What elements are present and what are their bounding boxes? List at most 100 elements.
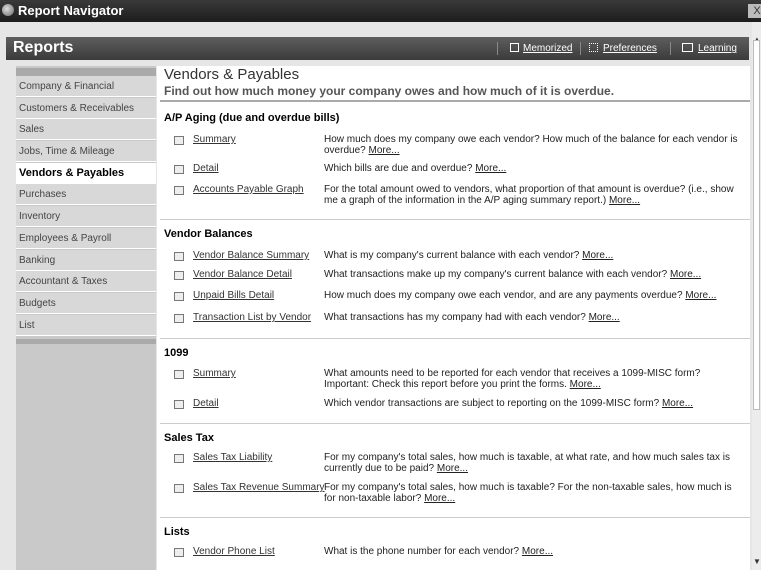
learning-link[interactable]: Learning: [698, 43, 737, 54]
report-link[interactable]: Vendor Balance Summary: [193, 250, 309, 261]
report-icon[interactable]: [174, 548, 184, 557]
section-title: Vendor Balances: [164, 228, 253, 240]
sidebar-item[interactable]: Company & Financial: [16, 76, 156, 97]
report-description: For the total amount owed to vendors, wh…: [324, 184, 744, 206]
report-link[interactable]: Sales Tax Liability: [193, 452, 272, 463]
scroll-down-icon[interactable]: ▼: [753, 557, 761, 566]
report-description-text: Which bills are due and overdue?: [324, 163, 473, 174]
sidebar-top-bar: [16, 68, 156, 76]
report-link[interactable]: Detail: [193, 398, 219, 409]
report-description-text: For my company's total sales, how much i…: [324, 482, 732, 504]
report-link[interactable]: Detail: [193, 163, 219, 174]
book-icon: [682, 43, 693, 52]
sidebar-item[interactable]: Jobs, Time & Mileage: [16, 141, 156, 162]
sidebar-item[interactable]: Sales: [16, 119, 156, 140]
sidebar-bottom-bar: [16, 339, 156, 344]
report-description-text: For the total amount owed to vendors, wh…: [324, 184, 734, 206]
more-link[interactable]: More...: [685, 290, 716, 301]
report-description-text: What is my company's current balance wit…: [324, 250, 580, 261]
report-icon[interactable]: [174, 186, 184, 195]
sidebar-item[interactable]: Vendors & Payables: [16, 163, 156, 184]
memorized-link[interactable]: Memorized: [523, 43, 572, 54]
report-link[interactable]: Sales Tax Revenue Summary: [193, 482, 325, 493]
memorized-icon: [510, 43, 519, 52]
report-link[interactable]: Vendor Phone List: [193, 546, 275, 557]
report-link[interactable]: Summary: [193, 368, 236, 379]
more-link[interactable]: More...: [368, 145, 399, 156]
header-title: Reports: [13, 39, 74, 56]
section-divider: [160, 219, 750, 220]
report-description-text: What amounts need to be reported for eac…: [324, 368, 701, 390]
report-icon[interactable]: [174, 314, 184, 323]
page-subtitle: Find out how much money your company owe…: [164, 84, 615, 98]
close-button[interactable]: X: [748, 4, 761, 18]
separator: [580, 42, 581, 55]
report-description: Which vendor transactions are subject to…: [324, 398, 744, 409]
sidebar-item[interactable]: Employees & Payroll: [16, 228, 156, 249]
report-description-text: What transactions has my company had wit…: [324, 312, 586, 323]
sidebar-item[interactable]: Purchases: [16, 184, 156, 205]
report-link[interactable]: Accounts Payable Graph: [193, 184, 304, 195]
report-description: For my company's total sales, how much i…: [324, 482, 744, 504]
report-description: What is the phone number for each vendor…: [324, 546, 744, 557]
report-description-text: For my company's total sales, how much i…: [324, 452, 730, 474]
more-link[interactable]: More...: [662, 398, 693, 409]
sidebar-item[interactable]: Inventory: [16, 206, 156, 227]
report-link[interactable]: Summary: [193, 134, 236, 145]
more-link[interactable]: More...: [522, 546, 553, 557]
report-description: What transactions has my company had wit…: [324, 312, 744, 323]
section-divider: [160, 517, 750, 518]
more-link[interactable]: More...: [570, 379, 601, 390]
report-description: What is my company's current balance wit…: [324, 250, 744, 261]
report-description: What transactions make up my company's c…: [324, 269, 744, 280]
preferences-link[interactable]: Preferences: [603, 43, 657, 54]
section-title: A/P Aging (due and overdue bills): [164, 112, 340, 124]
sidebar-item[interactable]: Accountant & Taxes: [16, 271, 156, 292]
page-title: Vendors & Payables: [164, 66, 300, 83]
sidebar-item[interactable]: Banking: [16, 250, 156, 271]
sidebar-item[interactable]: Budgets: [16, 293, 156, 314]
report-description: How much does my company owe each vendor…: [324, 134, 744, 156]
more-link[interactable]: More...: [424, 493, 455, 504]
section-title: Sales Tax: [164, 432, 214, 444]
section-divider: [160, 423, 750, 424]
app-icon: [2, 4, 14, 16]
report-link[interactable]: Transaction List by Vendor: [193, 312, 311, 323]
more-link[interactable]: More...: [437, 463, 468, 474]
report-icon[interactable]: [174, 165, 184, 174]
report-icon[interactable]: [174, 484, 184, 493]
report-icon[interactable]: [174, 136, 184, 145]
separator: [497, 42, 498, 55]
sidebar-item[interactable]: List: [16, 315, 156, 336]
more-link[interactable]: More...: [670, 269, 701, 280]
report-description: Which bills are due and overdue? More...: [324, 163, 744, 174]
sidebar-item[interactable]: Customers & Receivables: [16, 98, 156, 119]
scroll-thumb[interactable]: [753, 40, 760, 410]
report-description-text: What is the phone number for each vendor…: [324, 546, 520, 557]
divider: [160, 100, 750, 102]
report-description-text: Which vendor transactions are subject to…: [324, 398, 660, 409]
report-description-text: How much does my company owe each vendor…: [324, 290, 683, 301]
report-description-text: What transactions make up my company's c…: [324, 269, 668, 280]
report-link[interactable]: Vendor Balance Detail: [193, 269, 292, 280]
report-icon[interactable]: [174, 454, 184, 463]
reports-header: Reports Memorized Preferences Learning: [6, 37, 749, 60]
more-link[interactable]: More...: [589, 312, 620, 323]
report-link[interactable]: Unpaid Bills Detail: [193, 290, 274, 301]
preferences-icon: [589, 43, 598, 52]
report-icon[interactable]: [174, 370, 184, 379]
report-icon[interactable]: [174, 400, 184, 409]
report-icon[interactable]: [174, 252, 184, 261]
window-title: Report Navigator: [18, 3, 124, 18]
report-description: For my company's total sales, how much i…: [324, 452, 744, 474]
section-title: 1099: [164, 347, 189, 359]
more-link[interactable]: More...: [475, 163, 506, 174]
more-link[interactable]: More...: [609, 195, 640, 206]
section-divider: [160, 338, 750, 339]
report-description: What amounts need to be reported for eac…: [324, 368, 744, 390]
more-link[interactable]: More...: [582, 250, 613, 261]
report-icon[interactable]: [174, 292, 184, 301]
report-icon[interactable]: [174, 271, 184, 280]
separator: [670, 42, 671, 55]
report-description: How much does my company owe each vendor…: [324, 290, 744, 301]
